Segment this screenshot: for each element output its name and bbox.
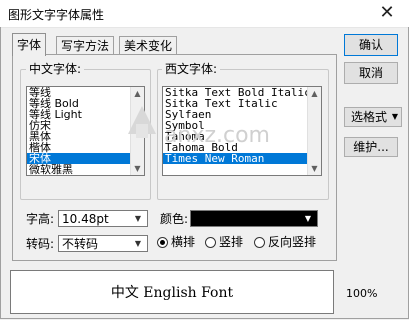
font-preview: 中文 English Font bbox=[10, 270, 334, 314]
chevron-down-icon[interactable]: ▼ bbox=[131, 236, 145, 251]
style-dropdown-button[interactable]: 选格式 ▼ bbox=[344, 107, 402, 127]
close-icon[interactable]: ✕ bbox=[370, 1, 404, 25]
window-title: 图形文字字体属性 bbox=[8, 8, 105, 22]
list-item[interactable]: 楷体 bbox=[27, 142, 130, 153]
reverse-vertical-radio[interactable] bbox=[254, 237, 265, 248]
western-font-scrollbar[interactable]: ▲ ▼ bbox=[307, 87, 321, 175]
list-item[interactable]: 等线 bbox=[27, 87, 130, 98]
horizontal-radio[interactable] bbox=[157, 237, 168, 248]
list-item[interactable]: 微软雅黑 bbox=[27, 164, 130, 175]
list-item[interactable]: 黑体 bbox=[27, 131, 130, 142]
scroll-up-icon[interactable]: ▲ bbox=[308, 87, 321, 100]
tab-art-effects[interactable]: 美术变化 bbox=[119, 36, 178, 55]
font-size-label: 字高: bbox=[26, 212, 55, 226]
list-item[interactable]: 宋体 bbox=[27, 153, 130, 164]
maintain-button[interactable]: 维护... bbox=[344, 137, 398, 157]
font-size-value: 10.48pt bbox=[62, 212, 109, 226]
list-item[interactable]: 等线 Bold bbox=[27, 98, 130, 109]
tab-writing-method[interactable]: 写字方法 bbox=[56, 36, 115, 55]
ok-button[interactable]: 确认 bbox=[344, 34, 398, 56]
encoding-value: 不转码 bbox=[62, 237, 99, 251]
color-picker[interactable]: ▼ bbox=[190, 210, 318, 227]
scroll-down-icon[interactable]: ▼ bbox=[131, 162, 144, 175]
encoding-label: 转码: bbox=[26, 237, 55, 251]
chevron-down-icon[interactable]: ▼ bbox=[131, 211, 145, 226]
font-size-input[interactable]: 10.48pt ▼ bbox=[58, 210, 148, 227]
scroll-down-icon[interactable]: ▼ bbox=[308, 162, 321, 175]
color-label: 颜色: bbox=[160, 212, 189, 226]
encoding-select[interactable]: 不转码 ▼ bbox=[58, 235, 148, 252]
western-font-label: 西文字体: bbox=[162, 62, 221, 76]
style-button-label: 选格式 bbox=[351, 110, 388, 124]
list-item[interactable]: 等线 Light bbox=[27, 109, 130, 120]
tab-font[interactable]: 字体 bbox=[12, 33, 47, 56]
chevron-down-icon[interactable]: ▼ bbox=[301, 211, 315, 226]
cancel-button[interactable]: 取消 bbox=[344, 62, 398, 84]
watermark-logo: anxz.com bbox=[120, 96, 280, 159]
reverse-vertical-label: 反向竖排 bbox=[268, 235, 317, 249]
zoom-level: 100% bbox=[346, 287, 378, 300]
list-item[interactable]: 仿宋 bbox=[27, 120, 130, 131]
horizontal-label: 横排 bbox=[171, 235, 196, 249]
vertical-radio[interactable] bbox=[205, 237, 216, 248]
chevron-down-icon: ▼ bbox=[391, 112, 398, 121]
chinese-font-label: 中文字体: bbox=[26, 62, 85, 76]
svg-text:anxz.com: anxz.com bbox=[164, 123, 270, 148]
vertical-label: 竖排 bbox=[219, 235, 244, 249]
